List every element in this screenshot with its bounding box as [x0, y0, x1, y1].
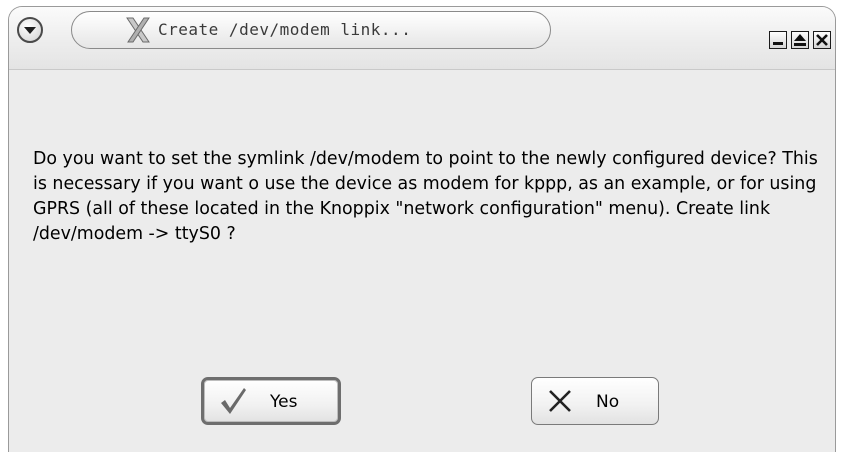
minimize-icon[interactable] [769, 31, 787, 49]
title-pill: Create /dev/modem link... [71, 11, 551, 49]
checkmark-icon [221, 388, 246, 414]
yes-button[interactable]: Yes [201, 377, 341, 425]
dialog-window: Create /dev/modem link... Do you want to… [8, 6, 836, 452]
close-icon[interactable] [813, 31, 831, 49]
maximize-icon[interactable] [791, 31, 809, 49]
no-button-label: No [596, 392, 620, 412]
dialog-message: Do you want to set the symlink /dev/mode… [33, 149, 818, 244]
window-title: Create /dev/modem link... [158, 20, 412, 39]
x-icon [549, 390, 571, 412]
yes-button-label: Yes [270, 392, 298, 412]
x-app-icon [126, 17, 150, 43]
window-menu-icon[interactable] [17, 17, 43, 43]
title-bar[interactable]: Create /dev/modem link... [9, 7, 835, 70]
no-button[interactable]: No [531, 377, 659, 425]
